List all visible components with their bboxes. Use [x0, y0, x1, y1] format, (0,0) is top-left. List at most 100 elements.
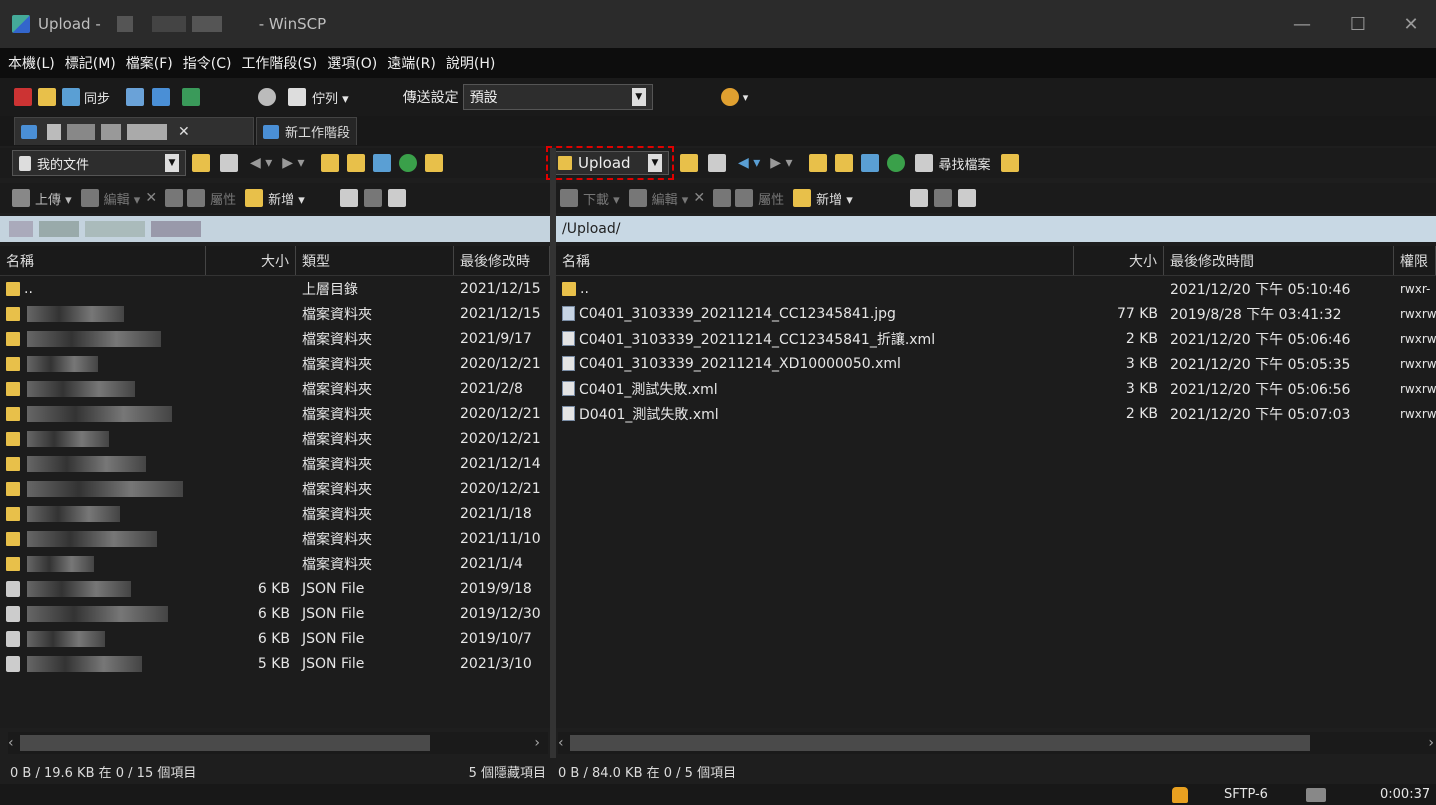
list-item[interactable]: 檔案資料夾 2020/12/21 — [0, 426, 550, 451]
chevron-left-icon[interactable]: ‹ — [8, 735, 14, 751]
upload-button[interactable]: 上傳 ▾ — [35, 189, 72, 208]
back-arrow-icon[interactable]: ◀ ▾ — [250, 155, 272, 171]
menu-local[interactable]: 本機(L) — [8, 53, 55, 73]
maximize-button[interactable]: ☐ — [1330, 0, 1386, 48]
filter-icon[interactable] — [220, 154, 238, 172]
col-name[interactable]: 名稱 — [556, 246, 1074, 275]
filter-select-icon[interactable] — [387, 189, 406, 207]
compare-icon[interactable] — [14, 88, 32, 106]
pane-splitter[interactable] — [550, 148, 556, 758]
minimize-button[interactable]: — — [1274, 0, 1330, 48]
forward-arrow-icon[interactable]: ▶ ▾ — [282, 155, 304, 171]
forward-arrow-icon[interactable]: ▶ ▾ — [770, 155, 792, 171]
left-location-select[interactable]: 我的文件 ▼ — [12, 150, 186, 176]
col-modified[interactable]: 最後修改時 — [454, 246, 550, 275]
open-folder-icon[interactable] — [192, 154, 210, 172]
list-item[interactable]: 檔案資料夾 2021/12/14 — [0, 451, 550, 476]
right-path-bar[interactable]: /Upload/ — [556, 216, 1436, 242]
menu-mark[interactable]: 標記(M) — [65, 53, 116, 73]
list-item[interactable]: 檔案資料夾 2020/12/21 — [0, 476, 550, 501]
download-icon[interactable] — [560, 189, 578, 207]
new-button[interactable]: 新增 ▾ — [816, 189, 853, 208]
find-files-button[interactable]: 尋找檔案 — [939, 154, 991, 173]
close-tab-icon[interactable]: ✕ — [178, 124, 190, 140]
root-dir-icon[interactable] — [834, 154, 853, 172]
menu-options[interactable]: 選項(O) — [327, 53, 377, 73]
list-item[interactable]: C0401_3103339_20211214_CC12345841.jpg 77 … — [556, 301, 1436, 326]
properties-button[interactable]: 屬性 — [758, 189, 784, 208]
sync-browse-icon[interactable] — [38, 88, 56, 106]
list-item[interactable]: .. 2021/12/20 下午 05:10:46 rwxr- — [556, 276, 1436, 301]
chevron-left-icon[interactable]: ‹ — [558, 735, 564, 751]
rename-icon[interactable] — [713, 189, 732, 207]
list-item[interactable]: 檔案資料夾 2021/9/17 — [0, 326, 550, 351]
right-file-list[interactable]: .. 2021/12/20 下午 05:10:46 rwxr- C0401_31033… — [556, 276, 1436, 728]
root-dir-icon[interactable] — [346, 154, 365, 172]
list-item[interactable]: 檔案資料夾 2021/2/8 — [0, 376, 550, 401]
close-button[interactable]: ✕ — [1386, 0, 1436, 48]
edit-button[interactable]: 編輯 ▾ — [652, 189, 689, 208]
list-item[interactable]: C0401_3103339_20211214_CC12345841_折讓.xml… — [556, 326, 1436, 351]
filter-icon[interactable] — [708, 154, 726, 172]
gear-icon[interactable] — [258, 88, 277, 106]
open-folder-icon[interactable] — [680, 154, 698, 172]
parent-dir-icon[interactable] — [320, 154, 339, 172]
edit-icon[interactable] — [80, 189, 99, 207]
list-item[interactable]: C0401_測試失敗.xml 3 KB 2021/12/20 下午 05:06:56… — [556, 376, 1436, 401]
home-icon[interactable] — [860, 154, 879, 172]
properties-icon[interactable] — [187, 189, 206, 207]
select-all-icon[interactable] — [909, 189, 928, 207]
menu-remote[interactable]: 遠端(R) — [387, 53, 436, 73]
col-name[interactable]: 名稱 — [0, 246, 206, 275]
properties-button[interactable]: 屬性 — [210, 189, 236, 208]
unselect-icon[interactable] — [363, 189, 382, 207]
putty-icon[interactable] — [152, 88, 171, 106]
right-hscrollbar[interactable]: ‹ › — [558, 732, 1436, 754]
session-tab-current[interactable]: ✕ — [14, 117, 254, 145]
menu-help[interactable]: 說明(H) — [446, 53, 495, 73]
sync-button[interactable]: 同步 — [84, 88, 110, 107]
tree-icon[interactable] — [424, 154, 443, 172]
find-files-icon[interactable] — [914, 154, 933, 172]
left-path-bar[interactable] — [0, 216, 550, 242]
properties-icon[interactable] — [735, 189, 754, 207]
chevron-right-icon[interactable]: › — [1428, 735, 1434, 751]
rename-icon[interactable] — [165, 189, 184, 207]
list-item[interactable]: 檔案資料夾 2020/12/21 — [0, 351, 550, 376]
edit-icon[interactable] — [628, 189, 647, 207]
list-item[interactable]: 檔案資料夾 2021/11/10 — [0, 526, 550, 551]
list-item[interactable]: 6 KB JSON File 2019/10/7 — [0, 626, 550, 651]
chevron-right-icon[interactable]: › — [534, 735, 540, 751]
preferences-icon[interactable] — [720, 88, 739, 106]
list-item[interactable]: 檔案資料夾 2021/12/15 — [0, 301, 550, 326]
col-modified[interactable]: 最後修改時間 — [1164, 246, 1394, 275]
list-item[interactable]: C0401_3103339_20211214_XD10000050.xml 3 K… — [556, 351, 1436, 376]
console-icon[interactable] — [126, 88, 145, 106]
refresh-icon[interactable] — [182, 88, 201, 106]
menu-files[interactable]: 檔案(F) — [126, 53, 173, 73]
list-item[interactable]: .. 上層目錄 2021/12/15 — [0, 276, 550, 301]
queue-button[interactable]: 佇列 ▾ — [312, 88, 349, 107]
new-session-tab[interactable]: 新工作階段 — [256, 117, 358, 145]
unselect-icon[interactable] — [933, 189, 952, 207]
list-item[interactable]: 檔案資料夾 2021/1/18 — [0, 501, 550, 526]
upload-icon[interactable] — [12, 189, 30, 207]
scroll-thumb[interactable] — [569, 735, 1310, 751]
right-location-select[interactable]: Upload ▼ — [551, 151, 669, 175]
queue-icon[interactable] — [288, 88, 307, 106]
back-arrow-icon[interactable]: ◀ ▾ — [738, 155, 760, 171]
home-icon[interactable] — [372, 154, 391, 172]
scroll-thumb[interactable] — [19, 735, 430, 751]
list-item[interactable]: D0401_測試失敗.xml 2 KB 2021/12/20 下午 05:07:03… — [556, 401, 1436, 426]
list-item[interactable]: 6 KB JSON File 2019/9/18 — [0, 576, 550, 601]
list-item[interactable]: 檔案資料夾 2021/1/4 — [0, 551, 550, 576]
download-button[interactable]: 下載 ▾ — [583, 189, 620, 208]
new-button[interactable]: 新增 ▾ — [268, 189, 305, 208]
left-file-list[interactable]: .. 上層目錄 2021/12/15 檔案資料夾 2021/12/15 檔案資料夾 2021… — [0, 276, 550, 728]
list-item[interactable]: 6 KB JSON File 2019/12/30 — [0, 601, 550, 626]
left-hscrollbar[interactable]: ‹ › — [8, 732, 548, 754]
parent-dir-icon[interactable] — [808, 154, 827, 172]
menu-commands[interactable]: 指令(C) — [183, 53, 232, 73]
chevron-down-icon[interactable]: ▾ — [743, 91, 749, 104]
select-all-icon[interactable] — [339, 189, 358, 207]
